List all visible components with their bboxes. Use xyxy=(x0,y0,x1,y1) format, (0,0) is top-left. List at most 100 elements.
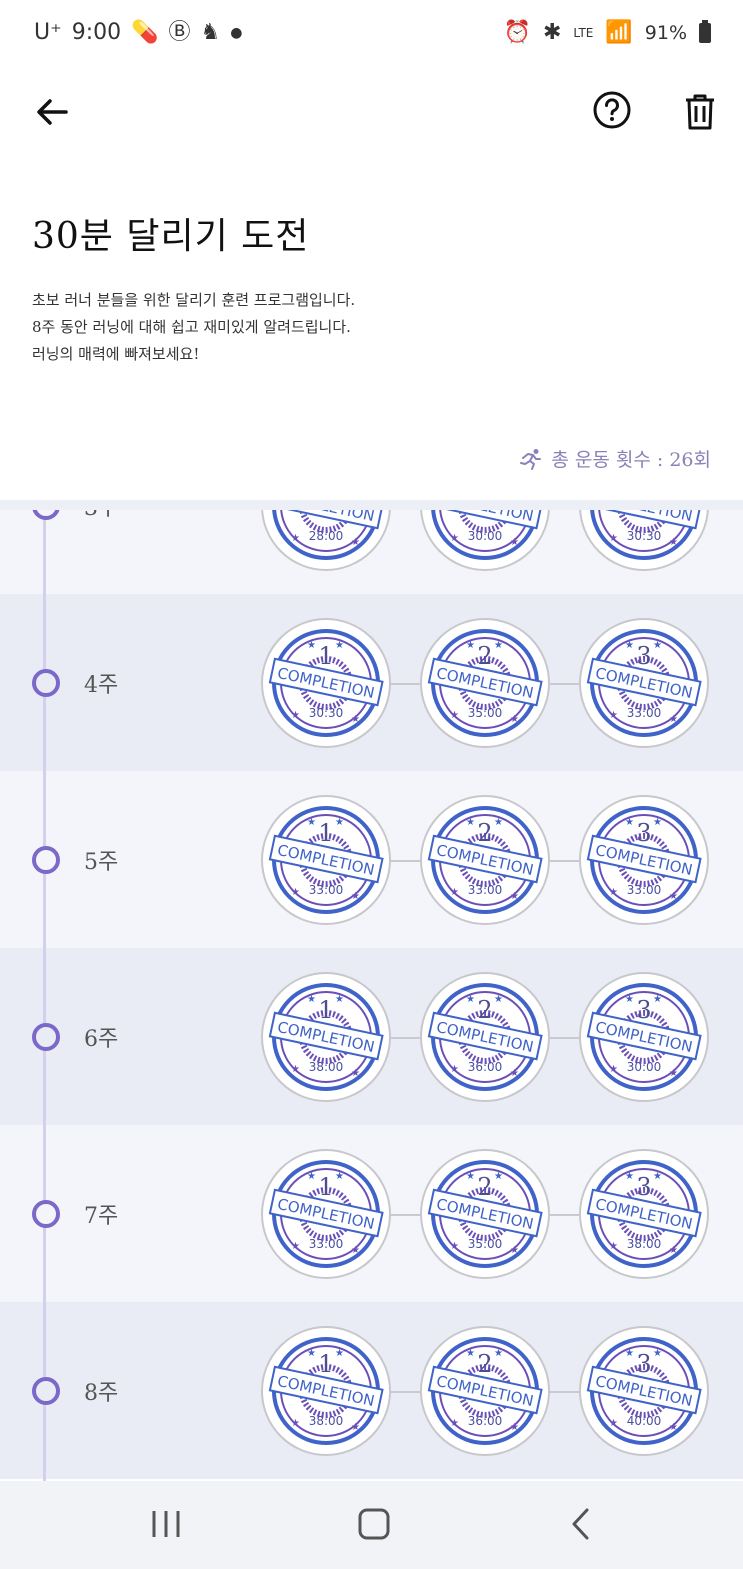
completion-stamp-icon: ★★★★COMPLETION xyxy=(268,1159,384,1268)
session-number: 1 xyxy=(318,1349,334,1378)
completion-stamp[interactable]: ★ ★ ★ ★ COMPLETION 2 35:00 xyxy=(420,1148,550,1279)
nav-back-button[interactable] xyxy=(560,1505,604,1545)
stamp-connector xyxy=(550,682,579,685)
home-button[interactable] xyxy=(352,1505,396,1545)
arrow-left-icon xyxy=(37,99,68,125)
alarm-icon: ⏰ xyxy=(503,20,531,45)
program-description: 초보 러너 분들을 위한 달리기 훈련 프로그램입니다. 8주 동안 러닝에 대… xyxy=(32,287,355,368)
completion-stamp[interactable]: ★ ★ ★ ★ COMPLETION 1 38:00 xyxy=(261,971,391,1102)
timeline-dot xyxy=(32,1022,60,1051)
recents-icon xyxy=(152,1511,180,1537)
completion-stamp[interactable]: ★ ★ ★ ★ COMPLETION 2 33:00 xyxy=(420,794,550,925)
timeline-dot xyxy=(32,1199,60,1228)
session-time: 33:00 xyxy=(626,882,662,897)
session-number: 2 xyxy=(477,818,493,847)
timeline-dot xyxy=(32,845,60,874)
completion-stamp[interactable]: ★ ★ ★ ★ COMPLETION 3 38:00 xyxy=(579,1148,709,1279)
timeline-dot xyxy=(32,510,60,520)
session-time: 38:00 xyxy=(626,1236,662,1251)
completion-stamp-icon: ★★★★COMPLETION xyxy=(427,628,543,737)
completion-stamp-icon: ★★★★COMPLETION xyxy=(427,805,543,914)
completion-stamp[interactable]: ★ ★ ★ ★ COMPLETION 3 33:00 xyxy=(579,617,709,748)
description-line: 8주 동안 러닝에 대해 쉽고 재미있게 알려드립니다. xyxy=(32,318,351,336)
session-time: 33:00 xyxy=(308,882,344,897)
completion-stamp-icon: ★★★★COMPLETION xyxy=(268,982,384,1091)
session-number: 1 xyxy=(318,641,334,670)
battery-percent: 91% xyxy=(644,22,687,44)
session-time: 38:00 xyxy=(308,1059,344,1074)
completion-stamp-icon: ★★★★COMPLETION xyxy=(586,982,702,1091)
session-number: 2 xyxy=(477,995,493,1024)
completion-stamp-icon: ★★★★COMPLETION xyxy=(268,1336,384,1445)
carrier-label: U⁺ xyxy=(34,20,62,45)
week-row[interactable]: 6주 ★ ★ ★ ★ COMPLETION 1 38:00 ★ ★ ★ ★ COMPLETION 2 36:… xyxy=(0,948,743,1125)
completion-stamp-icon: ★★★★COMPLETION xyxy=(586,805,702,914)
session-time: 35:00 xyxy=(467,1236,503,1251)
dot-icon: ● xyxy=(230,24,243,41)
week-label: 3주 xyxy=(84,510,118,522)
week-list[interactable]: 3주★★★★COMPLETION128:00★★★★COMPLETION230:… xyxy=(0,510,743,1481)
home-icon xyxy=(358,1508,390,1540)
session-number: 2 xyxy=(477,641,493,670)
chevron-left-icon xyxy=(572,1508,589,1540)
completion-stamp[interactable]: ★ ★ ★ ★ COMPLETION 3 40:00 xyxy=(579,1325,709,1456)
session-time: 30:00 xyxy=(626,1059,662,1074)
week-label: 6주 xyxy=(84,1026,119,1052)
session-time: 30:30 xyxy=(308,705,344,720)
week-row[interactable]: 8주 ★ ★ ★ ★ COMPLETION 1 38:00 ★ ★ ★ ★ COMPLETION 2 36:… xyxy=(0,1302,743,1479)
week-row[interactable]: 3주 ★★★★COMPLETION128:00 ★★★★COMPLETION230:… xyxy=(0,510,743,594)
completion-stamp[interactable]: ★ ★ ★ ★ COMPLETION 1 33:00 xyxy=(261,1148,391,1279)
question-circle-icon xyxy=(593,91,631,129)
week-label: 8주 xyxy=(84,1380,119,1406)
completion-stamp-icon: ★★★★COMPLETION xyxy=(427,982,543,1091)
week-row[interactable]: 4주 ★ ★ ★ ★ COMPLETION 1 30:30 ★ ★ ★ ★ COMPLETION 2 35:… xyxy=(0,594,743,771)
stamp-connector xyxy=(391,682,420,685)
completion-stamp-icon: ★★★★COMPLETION xyxy=(586,628,702,737)
session-time: 30:00 xyxy=(467,528,503,543)
description-line: 초보 러너 분들을 위한 달리기 훈련 프로그램입니다. xyxy=(32,291,356,309)
completion-stamp[interactable]: ★ ★ ★ ★ COMPLETION 2 35:00 xyxy=(420,617,550,748)
completion-stamp-icon: ★★★★COMPLETION xyxy=(268,805,384,914)
recents-button[interactable] xyxy=(144,1505,188,1545)
session-number: 1 xyxy=(318,1172,334,1201)
session-number: 3 xyxy=(636,1349,652,1378)
help-button[interactable] xyxy=(592,90,632,130)
trash-icon xyxy=(686,94,714,130)
clock: 9:00 xyxy=(71,20,122,45)
session-number: 3 xyxy=(636,641,652,670)
signal-icon: 📶 xyxy=(605,20,633,45)
session-number: 1 xyxy=(318,995,334,1024)
session-time: 36:00 xyxy=(467,1413,503,1428)
completion-stamp[interactable]: ★ ★ ★ ★ COMPLETION 2 36:00 xyxy=(420,971,550,1102)
session-number: 3 xyxy=(636,818,652,847)
stamp-connector xyxy=(550,859,579,862)
timeline-dot xyxy=(32,1376,60,1405)
week-row[interactable]: 5주 ★ ★ ★ ★ COMPLETION 1 33:00 ★ ★ ★ ★ COMPLETION 2 33:… xyxy=(0,771,743,948)
timeline-line xyxy=(43,510,46,1481)
session-time: 38:00 xyxy=(308,1413,344,1428)
stamp-connector xyxy=(550,1036,579,1039)
description-line: 러닝의 매력에 빠져보세요! xyxy=(32,345,200,363)
completion-stamp[interactable]: ★ ★ ★ ★ COMPLETION 2 36:00 xyxy=(420,1325,550,1456)
figure-icon: ♞ xyxy=(200,19,221,45)
back-button[interactable] xyxy=(32,93,72,133)
completion-stamp-icon: ★★★★COMPLETION xyxy=(427,1336,543,1445)
status-bar: U⁺ 9:00 💊 Ⓑ ♞ ● ⏰ ✱ LTE 📶 91% xyxy=(0,0,743,75)
completion-stamp[interactable]: ★ ★ ★ ★ COMPLETION 1 38:00 xyxy=(261,1325,391,1456)
completion-stamp-icon: ★★★★COMPLETION xyxy=(268,628,384,737)
total-workouts: 총 운동 횟수 : 26회 xyxy=(519,445,711,472)
completion-stamp[interactable]: ★★★★COMPLETION230:00 xyxy=(420,510,550,571)
stamp-connector xyxy=(391,859,420,862)
completion-stamp[interactable]: ★ ★ ★ ★ COMPLETION 1 30:30 xyxy=(261,617,391,748)
session-number: 1 xyxy=(318,818,334,847)
delete-button[interactable] xyxy=(680,90,720,132)
completion-stamp[interactable]: ★ ★ ★ ★ COMPLETION 3 33:00 xyxy=(579,794,709,925)
week-label: 7주 xyxy=(84,1203,119,1229)
stamp-connector xyxy=(550,1213,579,1216)
week-row[interactable]: 7주 ★ ★ ★ ★ COMPLETION 1 33:00 ★ ★ ★ ★ COMPLETION 2 35:… xyxy=(0,1125,743,1302)
completion-stamp[interactable]: ★★★★COMPLETION128:00 xyxy=(261,510,391,571)
completion-stamp[interactable]: ★★★★COMPLETION330:30 xyxy=(579,510,709,571)
completion-stamp[interactable]: ★ ★ ★ ★ COMPLETION 3 30:00 xyxy=(579,971,709,1102)
stamp-connector xyxy=(391,1390,420,1393)
completion-stamp[interactable]: ★ ★ ★ ★ COMPLETION 1 33:00 xyxy=(261,794,391,925)
